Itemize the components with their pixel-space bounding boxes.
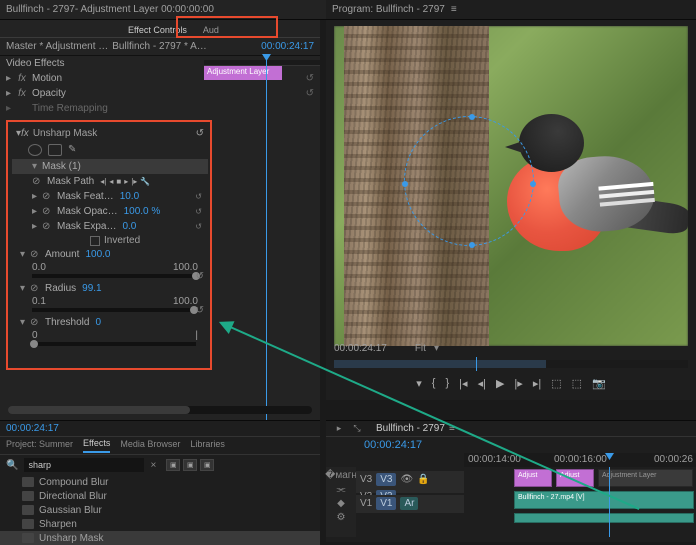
annotation-box-effect — [6, 120, 212, 370]
effect-item[interactable]: Compound Blur — [0, 475, 320, 489]
annotation-box-tab — [176, 16, 278, 38]
timeline-tracks: �магн ⫘ ◆ ⚙ V3V3👁🔒 V2V2 V1V1Ar Adjust Ad… — [326, 467, 696, 537]
program-scrubber[interactable] — [334, 360, 688, 368]
timeline-toolbar: �магн ⫘ ◆ ⚙ — [326, 467, 356, 537]
mask-handle[interactable] — [530, 181, 536, 187]
dropdown-icon[interactable]: ▾ — [434, 343, 439, 354]
mark-out-icon[interactable]: } — [445, 377, 449, 389]
twirl-icon[interactable]: ▸ — [6, 73, 16, 84]
effect-icon — [22, 519, 34, 529]
timeline-panel: ▸ ⤡ Bullfinch - 2797 ≡ 00:00:24:17 00:00… — [326, 420, 696, 542]
master-label: Master * Adjustment … — [6, 41, 108, 52]
mask-handle[interactable] — [469, 242, 475, 248]
tab-project[interactable]: Project: Summer — [6, 439, 73, 452]
effect-item-selected[interactable]: Unsharp Mask — [0, 531, 320, 545]
link-icon[interactable]: ⫘ — [337, 484, 346, 495]
clip-adjustment[interactable]: Adjust — [514, 469, 552, 487]
mark-in-icon[interactable]: { — [432, 377, 436, 389]
zoom-fit[interactable]: Fit — [415, 343, 426, 354]
scrubber-playhead[interactable] — [476, 357, 477, 371]
video-frame — [334, 26, 688, 346]
effect-item[interactable]: Gaussian Blur — [0, 503, 320, 517]
twirl-icon[interactable]: ▸ — [6, 103, 16, 114]
ec-scrollbar[interactable] — [8, 406, 312, 414]
extract-icon[interactable]: ⬚ — [572, 377, 582, 390]
settings-icon[interactable]: ⚙ — [337, 512, 346, 523]
effect-controls-panel: Effect Controls Aud Master * Adjustment … — [0, 20, 320, 420]
accel-badge[interactable]: ▣ — [166, 459, 180, 471]
lift-icon[interactable]: ⬚ — [551, 377, 561, 390]
source-timecode[interactable]: 00:00:24:17 — [0, 421, 320, 437]
effect-time-remapping[interactable]: ▸ Time Remapping — [0, 101, 320, 116]
mask-handle[interactable] — [402, 181, 408, 187]
timeline-tool-icons: ▸ ⤡ — [332, 423, 364, 435]
reset-icon[interactable]: ↺ — [306, 88, 314, 99]
tab-effects[interactable]: Effects — [83, 438, 110, 453]
go-out-icon[interactable]: ▸| — [533, 377, 541, 390]
ec-playhead[interactable] — [266, 58, 267, 428]
clip-audio[interactable] — [514, 513, 694, 523]
effect-icon — [22, 491, 34, 501]
program-viewport[interactable] — [334, 26, 688, 346]
fx-icon[interactable]: fx — [16, 73, 28, 84]
marker-icon[interactable]: ◆ — [337, 498, 345, 509]
project-tabs: Project: Summer Effects Media Browser Li… — [0, 437, 320, 455]
master-timestamp: 00:00:24:17 — [261, 41, 314, 52]
clip-adjustment-dark[interactable]: Adjustment Layer — [598, 469, 693, 487]
transport-controls: ▾ { } |◂ ◂| ▶ |▸ ▸| ⬚ ⬚ 📷 — [334, 372, 688, 394]
clear-search-icon[interactable]: × — [150, 460, 156, 471]
timeline-header: ▸ ⤡ Bullfinch - 2797 ≡ — [326, 421, 696, 437]
mask-handle[interactable] — [469, 114, 475, 120]
search-icon[interactable]: 🔍 — [6, 460, 18, 471]
effects-search-input[interactable] — [24, 458, 144, 472]
effect-icon — [22, 477, 34, 487]
add-marker-icon[interactable]: ▾ — [416, 377, 422, 390]
track-header-v1[interactable]: V1V1Ar — [356, 495, 464, 513]
effect-type-filters: ▣ ▣ ▣ — [166, 459, 214, 471]
effect-opacity[interactable]: ▸ fx Opacity ↺ — [0, 86, 320, 101]
effects-search-row: 🔍 × ▣ ▣ ▣ — [0, 455, 320, 475]
effect-item[interactable]: Sharpen — [0, 517, 320, 531]
play-icon[interactable]: ▶ — [496, 377, 504, 390]
go-in-icon[interactable]: |◂ — [459, 377, 467, 390]
tab-media-browser[interactable]: Media Browser — [120, 439, 180, 452]
program-timecode[interactable]: 00:00:24:17 — [334, 343, 387, 354]
export-frame-icon[interactable]: 📷 — [592, 377, 606, 390]
snap-icon[interactable]: �магн — [325, 470, 357, 481]
scrubber-track — [334, 360, 546, 368]
clip-area[interactable]: Adjust Adjust Adjustment Layer Bullfinch… — [464, 467, 696, 537]
program-readout: 00:00:24:17 Fit ▾ — [334, 343, 688, 354]
step-fwd-icon[interactable]: |▸ — [514, 377, 522, 390]
master-sub: Bullfinch - 2797 * A… — [112, 41, 207, 52]
selection-tool-icon[interactable]: ▸ — [332, 423, 346, 435]
timeline-playhead[interactable] — [609, 467, 610, 537]
clip-adjustment[interactable]: Adjust — [556, 469, 594, 487]
mask-overlay[interactable] — [404, 116, 534, 246]
fx-icon[interactable]: fx — [16, 88, 28, 99]
project-effects-panel: 00:00:24:17 Project: Summer Effects Medi… — [0, 420, 320, 542]
ripple-tool-icon[interactable]: ⤡ — [350, 423, 364, 435]
yuv-badge[interactable]: ▣ — [200, 459, 214, 471]
scrollbar-thumb[interactable] — [8, 406, 190, 414]
tab-program[interactable]: Program: Bullfinch - 2797 — [332, 4, 445, 15]
effect-item[interactable]: Directional Blur — [0, 489, 320, 503]
effect-icon — [22, 505, 34, 515]
track-header-v3[interactable]: V3V3👁🔒 V2V2 — [356, 471, 464, 493]
step-back-icon[interactable]: ◂| — [478, 377, 486, 390]
tab-libraries[interactable]: Libraries — [190, 439, 225, 452]
adjustment-layer-bar[interactable]: Adjustment Layer — [204, 66, 282, 80]
sequence-name[interactable]: Bullfinch - 2797 — [376, 423, 445, 434]
program-monitor: Program: Bullfinch - 2797 ≡ 00:00:24:17 … — [326, 0, 696, 400]
timeline-ruler[interactable]: 00:00:14:00 00:00:16:00 00:00:26 — [464, 453, 696, 467]
reset-icon[interactable]: ↺ — [306, 73, 314, 84]
twirl-icon[interactable]: ▸ — [6, 88, 16, 99]
panel-menu-icon[interactable]: ≡ — [451, 4, 457, 15]
sequence-title: Bullfinch - 2797- Adjustment Layer 00:00… — [6, 4, 214, 15]
32bit-badge[interactable]: ▣ — [183, 459, 197, 471]
master-clip-row: Master * Adjustment … Bullfinch - 2797 *… — [0, 38, 320, 56]
program-tabs: Program: Bullfinch - 2797 ≡ — [326, 0, 696, 20]
